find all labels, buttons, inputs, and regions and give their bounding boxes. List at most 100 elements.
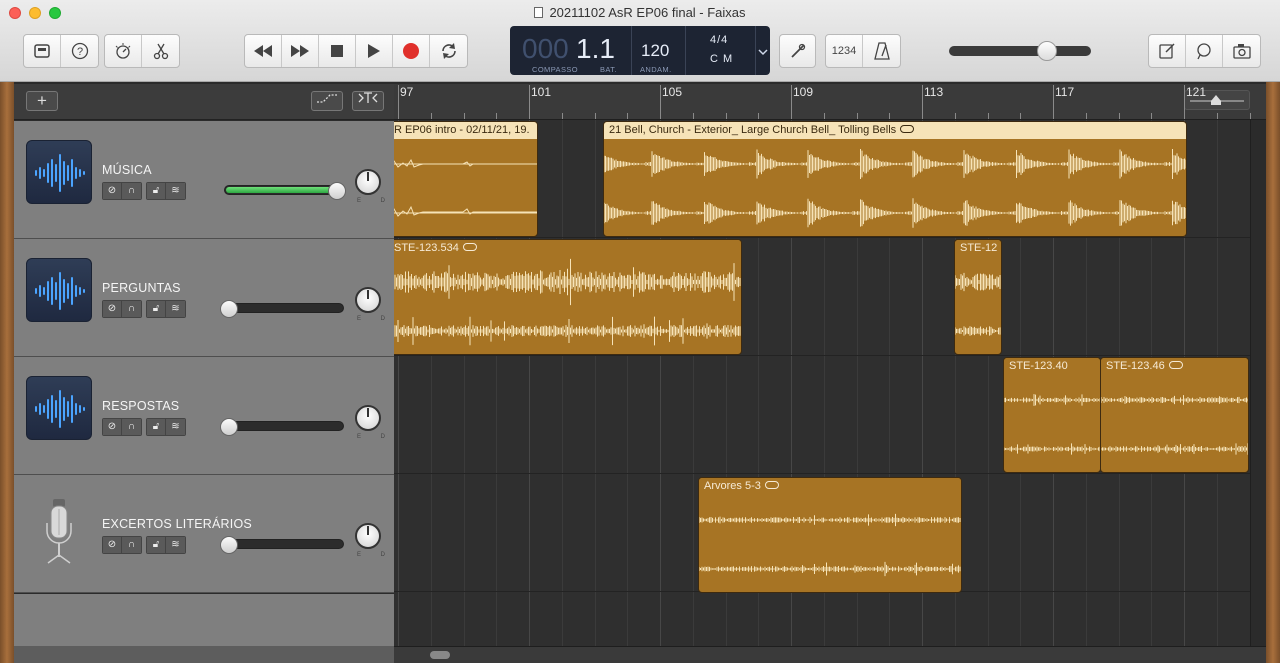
pan-knob[interactable] [355, 169, 381, 195]
smart-controls-icon[interactable] [105, 35, 142, 67]
scroll-thumb[interactable] [430, 651, 450, 659]
lcd-bar-dim: 000 [522, 33, 569, 64]
lcd-tempo-value: 120 [641, 41, 670, 60]
automation-button[interactable] [311, 91, 343, 111]
region-waveform [1004, 394, 1100, 455]
track-volume-slider[interactable] [224, 303, 344, 313]
lcd-bar-value: 1.1 [576, 33, 615, 64]
notes-loops-media-group [1148, 34, 1261, 68]
audio-region[interactable]: 21 Bell, Church - Exterior_ Large Church… [603, 121, 1187, 237]
track-name: EXCERTOS LITERÁRIOS [102, 517, 252, 531]
arrange-area[interactable]: R EP06 intro - 02/11/21, 19. 21 Bell, Ch… [394, 120, 1250, 646]
metronome-icon[interactable] [863, 35, 900, 67]
volume-knob[interactable] [220, 536, 238, 554]
ruler-bar-number: 113 [924, 85, 944, 99]
volume-knob[interactable] [220, 418, 238, 436]
lcd-bat-label: BAT. [600, 65, 617, 74]
lock-icon[interactable]: 🔓︎ [147, 183, 166, 199]
master-volume-slider[interactable] [949, 46, 1091, 56]
audio-region[interactable]: STE-12 [954, 239, 1002, 355]
mute-icon[interactable]: ⊘ [103, 537, 122, 553]
pan-knob[interactable] [355, 523, 381, 549]
ruler-subtick [987, 113, 989, 119]
lcd-signature-key: 4/4 C M [686, 26, 756, 75]
track-volume-slider[interactable] [224, 421, 344, 431]
horizontal-scrollbar[interactable] [394, 646, 1266, 663]
notepad-icon[interactable] [1149, 35, 1186, 67]
timeline-ruler[interactable]: 97 101 105 109 113 117 121 [394, 84, 1266, 120]
chevron-down-icon[interactable] [758, 43, 768, 61]
ruler-subtick [725, 113, 727, 119]
track-header-respostas[interactable]: RESPOSTAS ⊘ ∩ 🔓︎ ≋ E D [14, 357, 394, 475]
loop-icon [1168, 361, 1183, 369]
waveform-icon [26, 376, 92, 440]
stop-icon[interactable] [319, 35, 356, 67]
add-track-button[interactable]: + [26, 91, 58, 111]
cycle-icon[interactable] [430, 35, 467, 67]
volume-meter [226, 187, 334, 193]
track-header-perguntas[interactable]: PERGUNTAS ⊘ ∩ 🔓︎ ≋ E D [14, 239, 394, 357]
audio-region[interactable]: R EP06 intro - 02/11/21, 19. [394, 121, 538, 237]
lcd-tempo: 120 ANDAM. [632, 26, 686, 75]
record-enable-icon[interactable]: ≋ [166, 419, 185, 435]
ruler-bar-number: 109 [793, 85, 814, 99]
svg-text:?: ? [76, 46, 82, 58]
record-icon[interactable] [393, 35, 430, 67]
ruler-subtick [1151, 113, 1153, 119]
fast-forward-icon[interactable] [282, 35, 319, 67]
headphones-icon[interactable]: ∩ [122, 301, 141, 317]
ruler-subtick [561, 113, 563, 119]
tuner-button[interactable] [779, 34, 816, 68]
track-volume-slider[interactable] [224, 185, 344, 195]
media-browser-icon[interactable] [1223, 35, 1260, 67]
region-title: STE-12 [955, 240, 1001, 257]
lock-icon[interactable]: 🔓︎ [147, 537, 166, 553]
audio-region[interactable]: STE-123.40 [1003, 357, 1101, 473]
track-header-excertos[interactable]: EXCERTOS LITERÁRIOS ⊘ ∩ 🔓︎ ≋ E D [14, 475, 394, 593]
region-waveform [699, 513, 961, 577]
ruler-subtick [594, 113, 596, 119]
headphones-icon[interactable]: ∩ [122, 183, 141, 199]
track-header-toolbar: + [14, 84, 394, 120]
ruler-subtick [823, 113, 825, 119]
audio-region[interactable]: Arvores 5-3 [698, 477, 962, 593]
volume-knob[interactable] [220, 300, 238, 318]
help-icon[interactable]: ? [61, 35, 98, 67]
headphones-icon[interactable]: ∩ [122, 537, 141, 553]
volume-knob[interactable] [328, 182, 346, 200]
record-enable-icon[interactable]: ≋ [166, 183, 185, 199]
track-volume-slider[interactable] [224, 539, 344, 549]
pan-knob[interactable] [355, 405, 381, 431]
track-header-empty[interactable] [14, 594, 394, 646]
track-buttons: ⊘ ∩ 🔓︎ ≋ [102, 300, 186, 318]
play-icon[interactable] [356, 35, 393, 67]
count-metronome-group: 1234 [825, 34, 901, 68]
wood-panel-right [1266, 82, 1280, 663]
lock-icon[interactable]: 🔓︎ [147, 301, 166, 317]
audio-region[interactable]: STE-123.534 [394, 239, 742, 355]
mute-icon[interactable]: ⊘ [103, 183, 122, 199]
rewind-icon[interactable] [245, 35, 282, 67]
library-icon[interactable] [24, 35, 61, 67]
lcd-display[interactable]: 000 1.1 COMPASSO BAT. 120 ANDAM. 4/4 C M [510, 26, 770, 75]
master-volume-knob[interactable] [1037, 41, 1057, 61]
mute-icon[interactable]: ⊘ [103, 419, 122, 435]
record-enable-icon[interactable]: ≋ [166, 301, 185, 317]
vertical-scrollbar[interactable] [1250, 120, 1266, 646]
mute-icon[interactable]: ⊘ [103, 301, 122, 317]
flex-button[interactable] [352, 91, 384, 111]
lock-icon[interactable]: 🔓︎ [147, 419, 166, 435]
region-title-text: STE-123.46 [1106, 360, 1165, 372]
region-title: Arvores 5-3 [699, 478, 961, 495]
audio-region[interactable]: STE-123.46 [1100, 357, 1249, 473]
record-enable-icon[interactable]: ≋ [166, 537, 185, 553]
region-title: STE-123.40 [1004, 358, 1100, 375]
count-in-button[interactable]: 1234 [826, 35, 863, 67]
track-header-musica[interactable]: MÚSICA ⊘ ∩ 🔓︎ ≋ E D [14, 121, 394, 239]
loop-icon [764, 481, 779, 489]
scissors-icon[interactable] [142, 35, 179, 67]
headphones-icon[interactable]: ∩ [122, 419, 141, 435]
pan-knob[interactable] [355, 287, 381, 313]
loop-browser-icon[interactable] [1186, 35, 1223, 67]
zoom-handle[interactable] [1211, 95, 1221, 105]
